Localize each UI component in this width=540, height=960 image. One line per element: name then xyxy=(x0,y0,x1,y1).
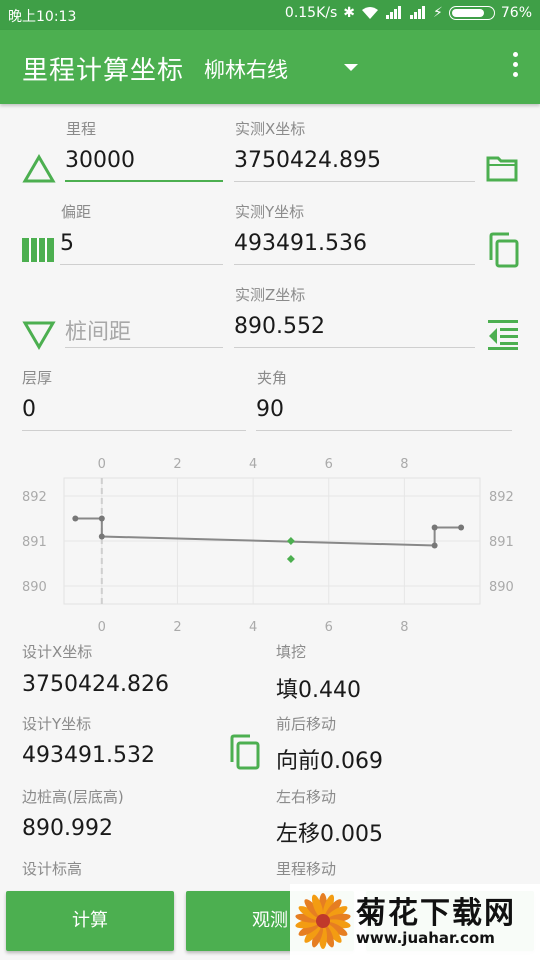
design-x-label: 设计X坐标 xyxy=(22,643,93,661)
watermark-title: 菊花下载网 xyxy=(356,896,516,931)
measured-point-marker xyxy=(286,537,295,545)
battery-level: 76% xyxy=(500,5,532,21)
lateral-move-label: 左右移动 xyxy=(276,788,337,806)
design-elevation-label: 设计标高 xyxy=(22,860,83,878)
ruler-icon[interactable] xyxy=(22,238,54,262)
y-tick-label-right: 891 xyxy=(489,535,514,550)
thickness-label: 层厚 xyxy=(22,369,53,387)
measured-z-label: 实测Z坐标 xyxy=(235,286,306,304)
offset-label: 偏距 xyxy=(61,203,92,221)
folder-icon[interactable] xyxy=(486,154,518,182)
forward-move-label: 前后移动 xyxy=(276,715,337,733)
measured-x-label: 实测X坐标 xyxy=(235,120,306,138)
design-y-value: 493491.532 xyxy=(22,743,155,768)
line-selector-value: 柳林右线 xyxy=(204,58,288,82)
x-tick-label-bottom: 2 xyxy=(173,620,181,635)
profile-point xyxy=(458,524,465,531)
triangle-down-icon[interactable] xyxy=(22,320,56,350)
line-selector[interactable]: 柳林右线 xyxy=(204,52,364,84)
fill-cut-value: 填0.440 xyxy=(276,678,361,703)
app-bar: 里程计算坐标 柳林右线 xyxy=(0,30,540,104)
y-tick-label-left: 890 xyxy=(22,580,47,595)
status-icons: 0.15K/s ✱ ⚡ 76% xyxy=(285,5,532,21)
thickness-input[interactable]: 0 xyxy=(22,395,246,431)
status-bar: 晚上10:13 0.15K/s ✱ ⚡ 76% xyxy=(0,0,540,30)
forward-move-value: 向前0.069 xyxy=(276,749,383,774)
measured-point-marker xyxy=(286,555,295,563)
calculate-button[interactable]: 计算 xyxy=(6,891,174,951)
x-tick-label-top: 0 xyxy=(98,457,106,472)
bluetooth-icon: ✱ xyxy=(343,5,356,21)
x-tick-label-top: 6 xyxy=(325,457,333,472)
y-tick-label-left: 892 xyxy=(22,490,47,505)
offset-input[interactable]: 5 xyxy=(60,229,223,265)
status-time: 晚上10:13 xyxy=(8,9,77,25)
mileage-label: 里程 xyxy=(66,120,97,138)
measured-y-input[interactable]: 493491.536 xyxy=(234,229,475,265)
profile-point xyxy=(98,533,105,540)
signal-icon-2 xyxy=(410,6,426,19)
y-tick-label-right: 890 xyxy=(489,580,514,595)
x-tick-label-top: 4 xyxy=(249,457,257,472)
profile-point xyxy=(72,515,79,522)
page-title: 里程计算坐标 xyxy=(22,56,185,86)
interval-input[interactable]: 桩间距 xyxy=(65,312,223,348)
charging-icon: ⚡ xyxy=(433,5,443,21)
measured-x-input[interactable]: 3750424.895 xyxy=(234,146,475,182)
chrysanthemum-logo-icon xyxy=(295,893,351,949)
measured-z-input[interactable]: 890.552 xyxy=(234,312,475,348)
signal-icon xyxy=(386,6,402,19)
profile-point xyxy=(431,542,438,549)
edge-height-value: 890.992 xyxy=(22,816,113,841)
design-x-value: 3750424.826 xyxy=(22,672,169,697)
dropdown-arrow-icon xyxy=(344,64,358,71)
edge-height-label: 边桩高(层底高) xyxy=(22,788,124,806)
battery-icon xyxy=(448,6,495,20)
wifi-icon xyxy=(362,7,379,19)
x-tick-label-top: 2 xyxy=(173,457,181,472)
x-tick-label-bottom: 6 xyxy=(325,620,333,635)
triangle-up-icon[interactable] xyxy=(22,154,56,184)
watermark-url: www.juahar.com xyxy=(356,929,495,947)
watermark: 菊花下载网 www.juahar.com xyxy=(290,884,540,960)
x-tick-label-bottom: 8 xyxy=(400,620,408,635)
lateral-move-value: 左移0.005 xyxy=(276,822,383,847)
profile-chart: 0 0 2 2 4 4 6 6 8 8 892 892 891 891 890 890 xyxy=(22,457,514,635)
fill-cut-label: 填挖 xyxy=(276,643,307,661)
network-speed: 0.15K/s xyxy=(284,5,338,21)
copy-result-icon[interactable] xyxy=(228,734,260,770)
mileage-move-label: 里程移动 xyxy=(276,860,337,878)
x-tick-label-top: 8 xyxy=(400,457,408,472)
more-menu-icon[interactable] xyxy=(510,52,520,80)
measured-y-label: 实测Y坐标 xyxy=(235,203,305,221)
profile-point xyxy=(431,524,438,531)
profile-point xyxy=(98,515,105,522)
design-y-label: 设计Y坐标 xyxy=(22,715,92,733)
y-tick-label-left: 891 xyxy=(22,535,47,550)
mileage-input[interactable]: 30000 xyxy=(65,146,223,182)
copy-icon[interactable] xyxy=(487,232,519,268)
x-tick-label-bottom: 0 xyxy=(98,620,106,635)
angle-label: 夹角 xyxy=(257,369,288,387)
y-tick-label-right: 892 xyxy=(489,490,514,505)
x-tick-label-bottom: 4 xyxy=(249,620,257,635)
angle-input[interactable]: 90 xyxy=(256,395,512,431)
indent-list-icon[interactable] xyxy=(488,320,520,350)
